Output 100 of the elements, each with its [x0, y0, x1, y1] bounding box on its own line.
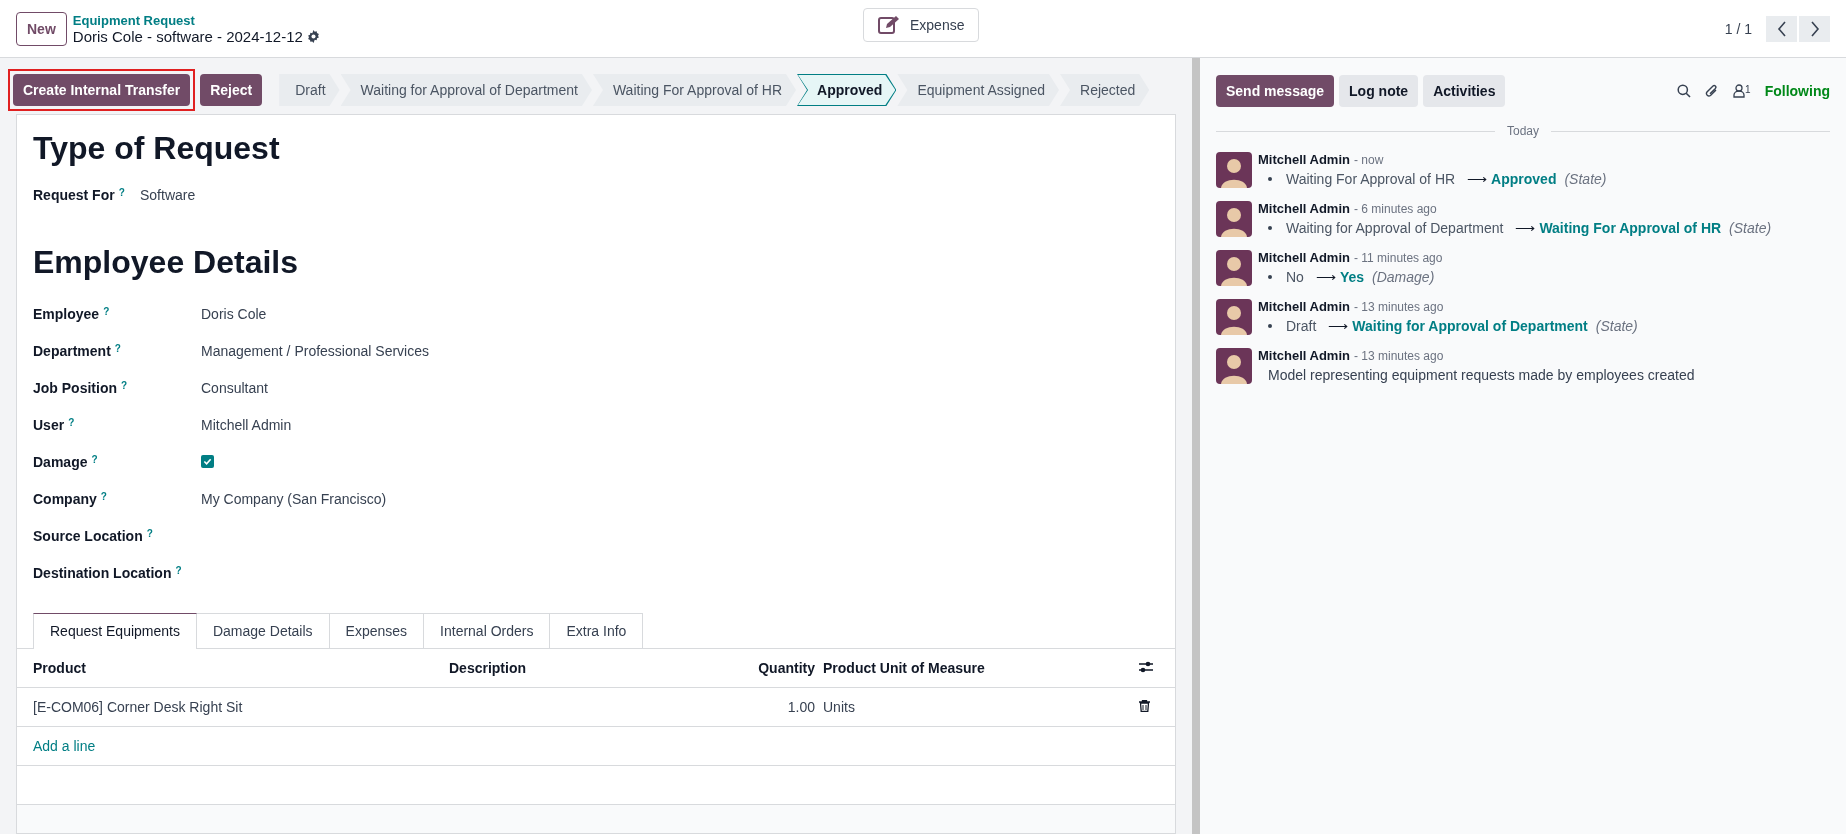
avatar-icon [1216, 250, 1252, 286]
new-value: Approved [1491, 171, 1557, 187]
message-body: Model representing equipment requests made by employees created [1267, 367, 1695, 383]
new-button[interactable]: New [16, 11, 67, 46]
status-stage[interactable]: Waiting For Approval of HR [592, 74, 797, 106]
message-author: Mitchell Admin [1258, 348, 1350, 363]
message-author: Mitchell Admin [1258, 299, 1350, 314]
breadcrumb-link[interactable]: Equipment Request [72, 12, 320, 29]
tracked-field: (State) [1595, 318, 1638, 334]
avatar-icon [1216, 348, 1252, 384]
column-header[interactable]: Description [433, 648, 609, 688]
help-icon[interactable]: ? [68, 416, 75, 428]
add-line-link[interactable]: Add a line [33, 738, 96, 754]
tab[interactable]: Damage Details [196, 613, 330, 649]
date-separator: Today [1507, 124, 1539, 138]
tab[interactable]: Extra Info [550, 613, 644, 649]
field-label: Department [33, 342, 111, 359]
paperclip-icon[interactable] [1705, 83, 1720, 99]
chatter-button[interactable]: Log note [1339, 75, 1419, 107]
checkbox[interactable] [201, 455, 214, 468]
field-label: Company [33, 490, 97, 507]
column-header[interactable]: Product Unit of Measure [823, 648, 1123, 688]
field-value: Mitchell Admin [201, 416, 292, 433]
arrow-text: ⟶ [1315, 269, 1336, 285]
message-time: - 13 minutes ago [1353, 300, 1444, 314]
help-icon[interactable]: ? [114, 342, 121, 354]
help-icon[interactable]: ? [146, 527, 153, 539]
column-header[interactable]: Quantity [609, 648, 823, 688]
edit-icon [878, 15, 900, 35]
field-value: Software [140, 187, 196, 203]
field-label: Employee [33, 305, 100, 322]
expense-button[interactable]: Expense [863, 8, 980, 42]
field-value: Management / Professional Services [201, 342, 429, 359]
field-label: Source Location [33, 527, 143, 544]
field-label: Job Position [33, 379, 117, 396]
status-stage[interactable]: Rejected [1060, 74, 1150, 106]
old-value: No [1286, 269, 1304, 285]
field-label: Damage [33, 453, 88, 470]
new-value: Yes [1339, 269, 1365, 285]
chatter-button[interactable]: Send message [1216, 75, 1335, 107]
arrow-text: ⟶ [1328, 318, 1349, 334]
field-value: My Company (San Francisco) [201, 490, 387, 507]
scrollbar[interactable] [1192, 58, 1200, 834]
old-value: Draft [1286, 318, 1317, 334]
field-label: User [33, 416, 65, 433]
follower-count: 1 [1745, 84, 1751, 95]
column-header[interactable]: Product [17, 648, 433, 688]
message-author: Mitchell Admin [1258, 250, 1350, 265]
pager-counter: 1 / 1 [1724, 20, 1752, 37]
status-stage[interactable]: Equipment Assigned [897, 74, 1059, 106]
help-icon[interactable]: ? [175, 564, 182, 576]
follower-icon[interactable] [1733, 84, 1746, 98]
avatar-icon [1216, 299, 1252, 335]
status-stage[interactable]: Approved [797, 74, 897, 106]
message-time: - 11 minutes ago [1353, 251, 1443, 265]
tab[interactable]: Request Equipments [33, 613, 197, 649]
help-icon[interactable]: ? [100, 490, 107, 502]
field-value: Doris Cole [201, 305, 267, 322]
avatar-icon [1216, 201, 1252, 237]
settings-icon[interactable] [306, 30, 320, 43]
help-icon[interactable]: ? [121, 379, 128, 391]
chevron-right-icon [1809, 20, 1820, 37]
action-button[interactable]: Reject [200, 74, 263, 106]
field-label: Request For [33, 187, 115, 203]
message-author: Mitchell Admin [1258, 201, 1350, 216]
tab[interactable]: Expenses [329, 613, 425, 649]
new-value: Waiting For Approval of HR [1539, 220, 1722, 236]
tab[interactable]: Internal Orders [424, 613, 551, 649]
tracked-field: (State) [1729, 220, 1772, 236]
old-value: Waiting For Approval of HR [1286, 171, 1456, 187]
message-time: - 13 minutes ago [1353, 349, 1444, 363]
next-button[interactable] [1799, 15, 1830, 42]
action-button[interactable]: Create Internal Transfer [13, 74, 191, 106]
status-stage[interactable]: Waiting for Approval of Department [340, 74, 592, 106]
message-author: Mitchell Admin [1258, 152, 1350, 167]
old-value: Waiting for Approval of Department [1286, 220, 1504, 236]
previous-button[interactable] [1766, 15, 1797, 42]
help-icon[interactable]: ? [118, 187, 125, 198]
status-stage[interactable]: Draft [279, 74, 340, 106]
following-button[interactable]: Following [1764, 83, 1830, 99]
new-value: Waiting for Approval of Department [1352, 318, 1588, 334]
table-cell: Units [823, 687, 1123, 727]
record-title: Doris Cole - software - 2024-12-12 [72, 28, 303, 45]
message-time: - now [1353, 153, 1384, 167]
chatter-button[interactable]: Activities [1423, 75, 1506, 107]
arrow-text: ⟶ [1515, 220, 1536, 236]
tracked-field: (State) [1564, 171, 1607, 187]
field-label: Destination Location [33, 564, 172, 581]
help-icon[interactable]: ? [91, 453, 98, 465]
help-icon[interactable]: ? [103, 305, 110, 317]
trash-icon[interactable] [1139, 700, 1150, 712]
chevron-left-icon [1776, 20, 1787, 37]
message-time: - 6 minutes ago [1353, 202, 1437, 216]
field-value: Consultant [201, 379, 268, 396]
search-icon[interactable] [1677, 84, 1692, 98]
section-title: Employee Details [33, 243, 299, 281]
arrow-text: ⟶ [1467, 171, 1488, 187]
avatar-icon [1216, 152, 1252, 188]
table-cell: [E-COM06] Corner Desk Right Sit [17, 687, 433, 727]
column-settings-icon[interactable] [1139, 661, 1153, 673]
